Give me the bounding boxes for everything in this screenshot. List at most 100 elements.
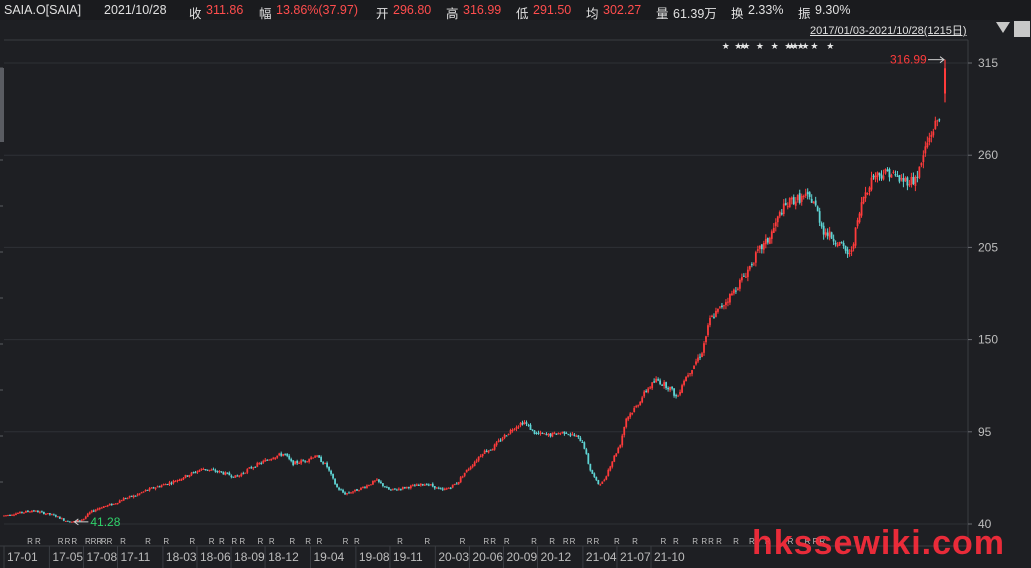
- candle-body: [930, 134, 933, 137]
- event-r-marker: R: [673, 537, 679, 546]
- candle-body: [419, 483, 422, 486]
- candle-body: [88, 512, 91, 514]
- candle-body: [234, 475, 237, 478]
- candle-body: [545, 434, 548, 436]
- candle-body: [559, 433, 562, 435]
- candle-body: [715, 310, 717, 317]
- star-icon: ★: [771, 42, 779, 52]
- candle-body: [276, 455, 279, 458]
- candle-body: [19, 511, 21, 514]
- candle-body: [561, 431, 564, 434]
- event-r-marker: R: [614, 537, 620, 546]
- candle-body: [457, 481, 460, 484]
- candle-body: [284, 453, 287, 455]
- candle-body: [842, 242, 845, 247]
- star-icon: ★: [826, 42, 834, 52]
- event-r-marker: R: [716, 537, 722, 546]
- candle-body: [387, 487, 390, 490]
- price-chart[interactable]: 316.9941.28★ ★★★ ★ ★ ★★★★★ ★ ★R R R R R R R RR R R R R R R R…: [0, 0, 1031, 568]
- grid-lines: [4, 62, 968, 525]
- last-candle-body: [944, 68, 946, 94]
- candle-body: [856, 220, 859, 227]
- candle-body: [824, 232, 827, 236]
- candle-body: [605, 476, 608, 480]
- candle-body: [629, 413, 632, 417]
- event-r-marker: R: [424, 537, 430, 546]
- candle-body: [437, 487, 440, 489]
- date-range-label[interactable]: 2017/01/03-2021/10/28(1215日): [810, 22, 967, 38]
- candle-body: [324, 462, 326, 464]
- candle-body: [804, 193, 807, 196]
- candle-body: [615, 453, 618, 457]
- candle-body: [691, 370, 693, 374]
- candle-body: [727, 301, 729, 303]
- event-r-marker: R: [397, 537, 403, 546]
- candle-body: [210, 469, 213, 471]
- candle-body: [142, 491, 145, 493]
- vertical-scrollbar[interactable]: [0, 68, 4, 142]
- candle-body: [96, 508, 99, 510]
- panel-toggle-button[interactable]: [1014, 21, 1030, 37]
- candle-body: [188, 475, 191, 477]
- candle-body: [322, 462, 324, 464]
- candle-body: [94, 509, 97, 512]
- candle-body: [725, 302, 727, 306]
- event-r-marker: R: [65, 537, 71, 546]
- candle-body: [429, 484, 432, 486]
- candle-body: [543, 433, 546, 435]
- x-tick-label: 18-09: [234, 550, 265, 564]
- candle-body: [54, 515, 57, 517]
- candle-body: [196, 471, 199, 473]
- candle-body: [814, 200, 817, 206]
- candle-body: [126, 497, 129, 499]
- candle-body: [744, 276, 747, 278]
- event-r-marker: R: [594, 537, 600, 546]
- candle-body: [316, 455, 319, 457]
- candle-body: [758, 245, 761, 249]
- candle-body: [587, 453, 590, 464]
- candle-body: [407, 487, 410, 489]
- candle-body: [356, 489, 358, 491]
- event-r-marker: R: [189, 537, 195, 546]
- candle-body: [44, 513, 47, 515]
- candle-body: [15, 513, 17, 516]
- candle-body: [250, 467, 253, 469]
- candle-body: [687, 375, 689, 377]
- candle-body: [780, 212, 783, 215]
- candle-body: [102, 506, 105, 508]
- candle-body: [244, 472, 247, 474]
- candle-body: [431, 483, 434, 487]
- candle-body: [354, 489, 356, 492]
- candle-body: [541, 432, 544, 434]
- event-r-marker: R: [692, 537, 698, 546]
- candle-body: [633, 408, 636, 413]
- candle-body: [9, 514, 11, 516]
- candle-body: [667, 387, 670, 390]
- candle-body: [300, 460, 303, 464]
- candle-body: [746, 269, 749, 278]
- candle-body: [569, 434, 572, 436]
- event-r-marker: R: [258, 537, 264, 546]
- candle-body: [122, 498, 125, 501]
- candle-body: [29, 511, 31, 513]
- candle-body: [154, 487, 157, 489]
- candle-body: [483, 450, 486, 454]
- candle-body: [140, 492, 143, 494]
- candle-body: [735, 290, 737, 292]
- candle-body: [350, 492, 352, 494]
- x-tick-label: 21-04: [586, 550, 617, 564]
- candle-body: [100, 507, 103, 509]
- candle-body: [760, 244, 763, 250]
- candle-body: [579, 437, 582, 442]
- candle-body: [754, 252, 757, 263]
- candle-body: [395, 489, 398, 491]
- dropdown-arrow-icon[interactable]: [996, 22, 1010, 33]
- candle-body: [908, 184, 911, 186]
- candle-body: [900, 178, 903, 180]
- candle-body: [653, 381, 656, 383]
- event-r-marker: R: [549, 537, 555, 546]
- candle-body: [729, 293, 731, 303]
- candle-body: [282, 453, 285, 457]
- candle-body: [878, 172, 881, 176]
- candle-body: [611, 461, 614, 467]
